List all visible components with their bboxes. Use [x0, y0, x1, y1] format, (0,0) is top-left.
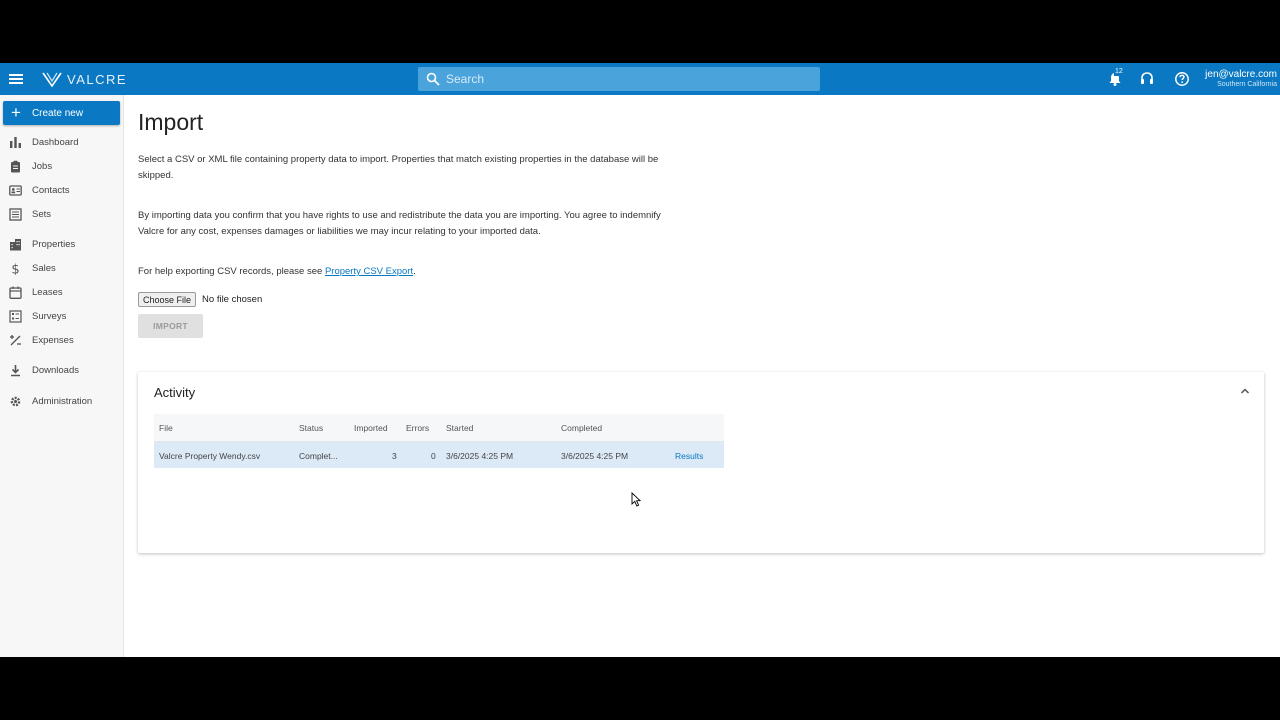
file-picker: Choose File No file chosen [138, 292, 262, 307]
page-title: Import [138, 109, 204, 135]
import-instructions: Select a CSV or XML file containing prop… [138, 154, 659, 181]
export-help-text: For help exporting CSV records, please s… [138, 264, 668, 280]
sidebar-item-label: Contacts [32, 184, 70, 196]
contact-card-icon [9, 184, 22, 196]
activity-card: Activity File Status Imported Errors Sta… [138, 372, 1264, 553]
top-app-bar: VALCRE 12 jen@valcre.com Southern C [0, 63, 1280, 95]
sidebar-item-label: Expenses [32, 334, 74, 346]
sidebar-item-label: Sales [32, 262, 56, 274]
sidebar-item-properties[interactable]: Properties [0, 234, 123, 254]
export-help-suffix: . [413, 266, 416, 277]
import-terms: By importing data you confirm that you h… [138, 210, 661, 237]
sidebar-item-sets[interactable]: Sets [0, 204, 123, 224]
svg-text:$: $ [11, 262, 19, 275]
export-help-prefix: For help exporting CSV records, please s… [138, 266, 325, 277]
download-icon [11, 364, 20, 376]
sidebar-item-label: Dashboard [32, 136, 79, 148]
row-completed: 3/6/2025 4:25 PM [561, 451, 629, 461]
list-icon [9, 207, 22, 221]
sidebar-item-label: Properties [32, 238, 76, 250]
sidebar-item-jobs[interactable]: Jobs [0, 156, 123, 176]
building-icon [10, 238, 21, 250]
activity-table: File Status Imported Errors Started Comp… [154, 414, 724, 468]
search-input[interactable] [446, 72, 806, 86]
user-region: Southern California [1217, 81, 1277, 88]
column-header-started[interactable]: Started [446, 423, 473, 433]
sidebar-item-label: Leases [32, 286, 63, 298]
plus-icon: + [11, 103, 21, 122]
user-account-menu[interactable]: jen@valcre.com Southern California [1205, 69, 1277, 89]
column-header-errors[interactable]: Errors [406, 423, 429, 433]
results-link[interactable]: Results [675, 451, 703, 461]
sidebar-item-label: Downloads [32, 364, 79, 376]
sidebar-item-label: Administration [32, 395, 93, 407]
dollar-icon: $ [11, 262, 19, 275]
row-errors: 0 [431, 451, 436, 461]
sidebar-item-administration[interactable]: Administration [0, 391, 123, 411]
notification-count-badge: 12 [1114, 68, 1124, 76]
percent-icon [10, 334, 21, 345]
column-header-completed[interactable]: Completed [561, 423, 602, 433]
sidebar-item-label: Jobs [32, 160, 53, 172]
create-new-label: Create new [31, 107, 84, 119]
help-icon[interactable] [1174, 71, 1190, 87]
column-header-status[interactable]: Status [299, 423, 323, 433]
row-started: 3/6/2025 4:25 PM [446, 451, 514, 461]
logo-text: VALCRE [67, 71, 128, 87]
user-email: jen@valcre.com [1205, 69, 1277, 80]
sidebar: + Create new Dashboard Jobs Contacts Set… [0, 95, 124, 657]
sidebar-item-label: Surveys [32, 310, 67, 322]
bar-chart-icon [10, 136, 21, 148]
sidebar-item-sales[interactable]: $ Sales [0, 258, 123, 278]
valcre-logo[interactable]: VALCRE [42, 70, 127, 88]
row-file: Valcre Property Wendy.csv [159, 451, 261, 461]
row-imported: 3 [392, 451, 397, 461]
search-icon [426, 72, 440, 86]
sidebar-item-expenses[interactable]: Expenses [0, 330, 123, 350]
choose-file-button[interactable]: Choose File [138, 292, 197, 307]
sidebar-item-dashboard[interactable]: Dashboard [0, 132, 123, 152]
sidebar-item-surveys[interactable]: Surveys [0, 306, 123, 326]
sidebar-item-label: Sets [32, 208, 52, 220]
row-status: Complet... [299, 451, 338, 461]
calendar-icon [9, 286, 22, 299]
sidebar-item-leases[interactable]: Leases [0, 282, 123, 302]
sidebar-item-contacts[interactable]: Contacts [0, 180, 123, 200]
table-header: File Status Imported Errors Started Comp… [154, 414, 724, 442]
support-headset-icon[interactable] [1139, 71, 1155, 87]
property-csv-export-link[interactable]: Property CSV Export [325, 266, 413, 277]
valcre-logo-mark-icon [42, 72, 62, 88]
mouse-pointer-icon [631, 492, 641, 507]
column-header-file[interactable]: File [159, 423, 173, 433]
clipboard-icon [11, 160, 20, 172]
search-bar[interactable] [418, 67, 820, 91]
import-button[interactable]: IMPORT [138, 314, 203, 338]
activity-title: Activity [154, 385, 196, 400]
app-window: VALCRE 12 jen@valcre.com Southern C [0, 63, 1280, 657]
chevron-up-icon[interactable] [1238, 384, 1252, 398]
create-new-button[interactable]: + Create new [3, 101, 120, 125]
sidebar-item-downloads[interactable]: Downloads [0, 360, 123, 380]
menu-icon[interactable] [9, 72, 23, 86]
file-status-text: No file chosen [202, 294, 263, 305]
main-content: Import Select a CSV or XML file containi… [124, 95, 1280, 657]
table-row[interactable]: Valcre Property Wendy.csv Complet... 3 0… [154, 442, 724, 468]
column-header-imported[interactable]: Imported [354, 423, 388, 433]
survey-icon [9, 309, 22, 323]
gear-icon [10, 396, 21, 406]
